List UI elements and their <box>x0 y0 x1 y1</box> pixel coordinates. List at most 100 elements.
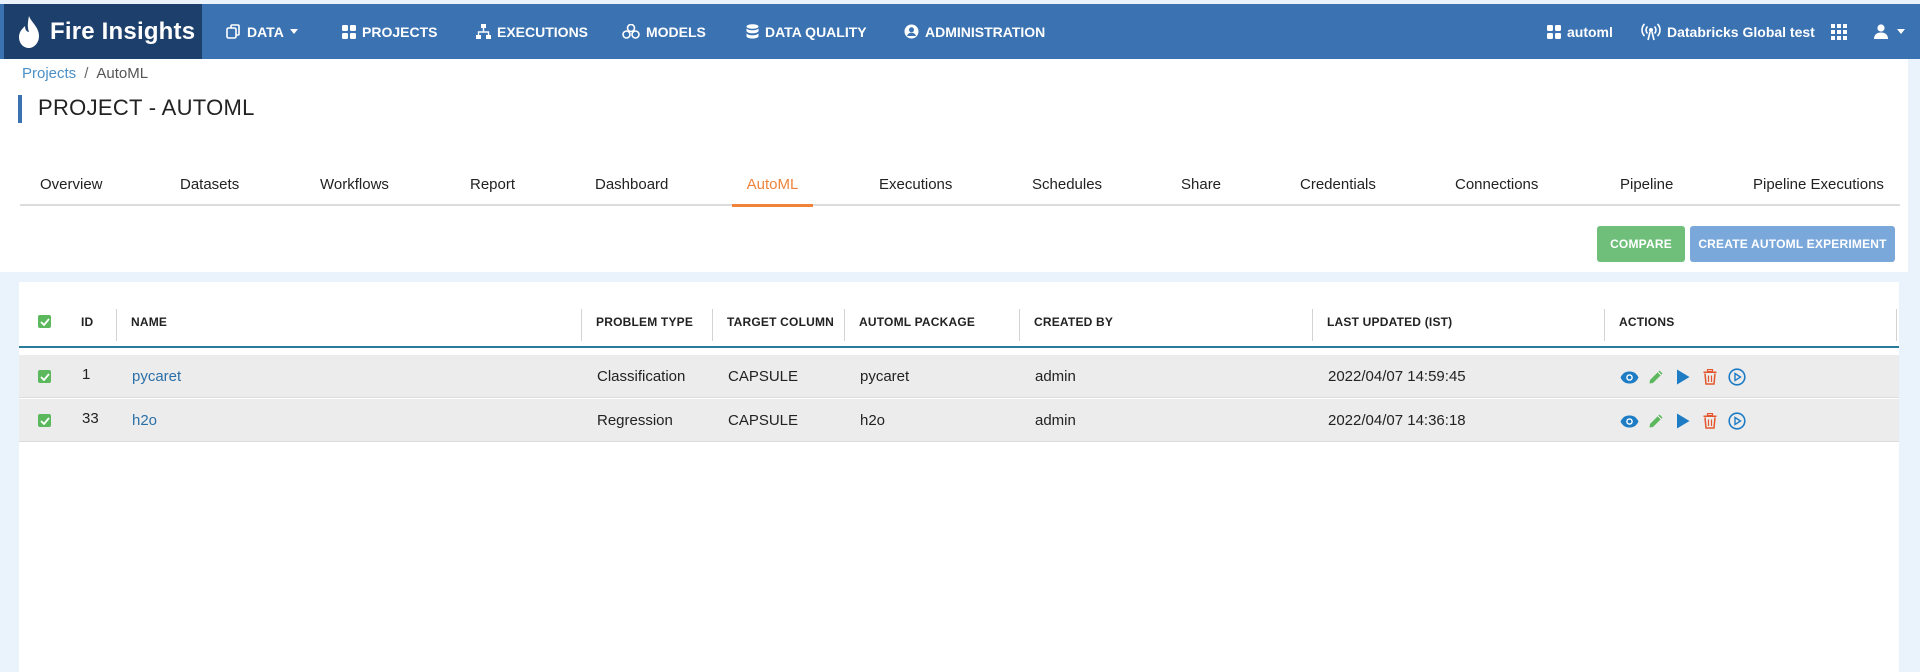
row-actions <box>1619 411 1754 431</box>
check-icon <box>39 372 50 381</box>
tab-overview[interactable]: Overview <box>40 165 103 206</box>
page-title: PROJECT - AUTOML <box>38 95 255 120</box>
header-target-column[interactable]: TARGET COLUMN <box>727 296 834 348</box>
play-circle-icon[interactable] <box>1727 411 1747 431</box>
breadcrumb-separator: / <box>84 65 89 82</box>
tab-automl[interactable]: AutoML <box>732 165 813 207</box>
pencil-icon[interactable] <box>1646 367 1666 387</box>
user-circle-icon <box>904 24 919 39</box>
chevron-down-icon <box>289 29 298 34</box>
tab-dashboard[interactable]: Dashboard <box>595 165 668 206</box>
breadcrumb-current: AutoML <box>96 65 149 82</box>
row-checkbox[interactable] <box>38 414 51 427</box>
header-automl-package[interactable]: AUTOML PACKAGE <box>859 296 975 348</box>
brand-logo[interactable]: Fire Insights <box>4 4 202 59</box>
tab-executions[interactable]: Executions <box>879 165 952 206</box>
header-problem-type[interactable]: PROBLEM TYPE <box>596 296 693 348</box>
column-divider <box>1896 309 1897 341</box>
grid-icon <box>1547 24 1561 39</box>
header-created-by[interactable]: CREATED BY <box>1034 296 1113 348</box>
cell-name-link[interactable]: h2o <box>132 399 157 442</box>
nav-data-quality[interactable]: DATA QUALITY <box>746 4 867 59</box>
current-project-label: automl <box>1567 23 1613 40</box>
nav-administration-label: ADMINISTRATION <box>925 23 1046 40</box>
cluster-label: Databricks Global test <box>1667 23 1815 40</box>
apps-menu[interactable] <box>1831 4 1853 59</box>
play-icon[interactable] <box>1673 367 1693 387</box>
table-header: ID NAME PROBLEM TYPE TARGET COLUMN AUTOM… <box>19 296 1899 348</box>
copy-icon <box>226 24 240 39</box>
play-circle-icon[interactable] <box>1727 367 1747 387</box>
compare-button[interactable]: COMPARE <box>1597 226 1685 262</box>
project-tabs: Overview Datasets Workflows Report Dashb… <box>20 165 1900 207</box>
nav-projects-label: PROJECTS <box>362 23 438 40</box>
user-menu[interactable] <box>1874 4 1905 59</box>
top-navbar: Fire Insights DATA PROJECTS EXECUTIONS M… <box>0 4 1920 59</box>
cell-id: 1 <box>82 366 91 383</box>
pencil-icon[interactable] <box>1646 411 1666 431</box>
nav-data-label: DATA <box>247 23 284 40</box>
check-icon <box>39 416 50 425</box>
play-icon[interactable] <box>1673 411 1693 431</box>
nav-executions[interactable]: EXECUTIONS <box>476 4 588 59</box>
apps-grid-icon <box>1831 23 1847 40</box>
header-last-updated[interactable]: LAST UPDATED (IST) <box>1327 296 1452 348</box>
nav-executions-label: EXECUTIONS <box>497 23 589 40</box>
eye-icon[interactable] <box>1619 367 1639 387</box>
nav-data-menu[interactable]: DATA <box>226 4 298 59</box>
tab-credentials[interactable]: Credentials <box>1300 165 1376 206</box>
nav-administration[interactable]: ADMINISTRATION <box>904 4 1045 59</box>
project-selector[interactable]: automl <box>1547 4 1613 59</box>
column-divider <box>581 309 582 341</box>
database-icon <box>746 24 759 39</box>
cell-problem-type: Classification <box>597 368 686 385</box>
grid-icon <box>342 24 356 39</box>
tab-workflows[interactable]: Workflows <box>320 165 389 206</box>
user-icon <box>1874 24 1888 39</box>
column-divider <box>1604 309 1605 341</box>
nav-data-quality-label: DATA QUALITY <box>765 23 867 40</box>
column-divider <box>844 309 845 341</box>
eye-icon[interactable] <box>1619 411 1639 431</box>
column-divider <box>116 309 117 341</box>
project-header-panel: Projects / AutoML PROJECT - AUTOML Overvie… <box>0 59 1908 272</box>
column-divider <box>1312 309 1313 341</box>
tab-schedules[interactable]: Schedules <box>1032 165 1102 206</box>
trash-icon[interactable] <box>1700 367 1720 387</box>
sitemap-icon <box>476 24 491 39</box>
header-actions: ACTIONS <box>1619 315 1675 329</box>
select-all-checkbox[interactable] <box>38 315 51 328</box>
tab-share[interactable]: Share <box>1181 165 1221 206</box>
tab-report[interactable]: Report <box>470 165 515 206</box>
brand-name: Fire Insights <box>50 17 196 45</box>
cell-created-by: admin <box>1035 368 1076 385</box>
nav-models-label: MODELS <box>646 23 706 40</box>
nav-models[interactable]: MODELS <box>622 4 706 59</box>
cubes-icon <box>622 24 640 39</box>
tab-connections[interactable]: Connections <box>1455 165 1538 206</box>
breadcrumb-projects-link[interactable]: Projects <box>22 65 76 82</box>
column-divider <box>1019 309 1020 341</box>
tab-datasets[interactable]: Datasets <box>180 165 239 206</box>
cluster-selector[interactable]: Databricks Global test <box>1641 4 1815 59</box>
nav-projects[interactable]: PROJECTS <box>342 4 437 59</box>
tab-pipeline-executions[interactable]: Pipeline Executions <box>1753 165 1884 206</box>
cell-name-link[interactable]: pycaret <box>132 355 181 398</box>
table-row: 33 h2o Regression CAPSULE h2o admin 2022… <box>19 399 1899 442</box>
chevron-down-icon <box>1897 29 1905 34</box>
automl-experiments-table: ID NAME PROBLEM TYPE TARGET COLUMN AUTOM… <box>19 282 1899 672</box>
header-id[interactable]: ID <box>81 296 93 348</box>
flame-icon <box>19 15 39 48</box>
header-name[interactable]: NAME <box>131 296 167 348</box>
tab-pipeline[interactable]: Pipeline <box>1620 165 1673 206</box>
row-checkbox[interactable] <box>38 370 51 383</box>
broadcast-icon <box>1641 22 1661 40</box>
cell-target-column: CAPSULE <box>728 368 799 385</box>
trash-icon[interactable] <box>1700 411 1720 431</box>
cell-last-updated: 2022/04/07 14:59:45 <box>1328 368 1466 385</box>
cell-automl-package: pycaret <box>860 368 910 385</box>
cell-target-column: CAPSULE <box>728 412 799 429</box>
create-automl-experiment-button[interactable]: CREATE AUTOML EXPERIMENT <box>1690 226 1895 262</box>
breadcrumb: Projects / AutoML <box>22 65 148 82</box>
column-divider <box>712 309 713 341</box>
